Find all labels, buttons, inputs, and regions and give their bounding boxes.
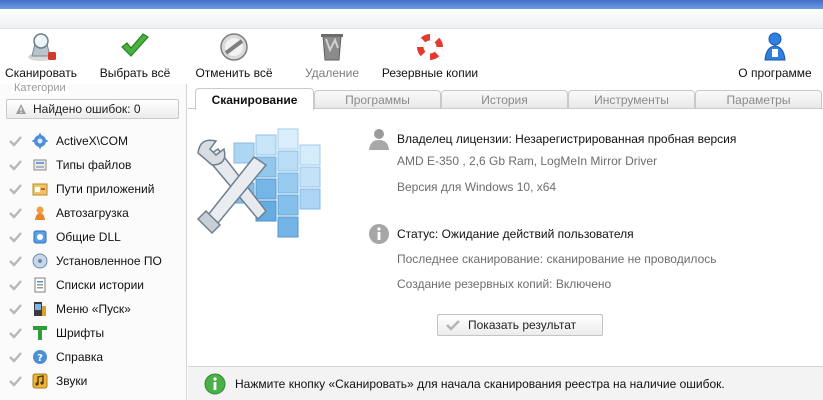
scan-tab-content: Владелец лицензии: Незарегистрированная … <box>188 109 823 365</box>
found-errors-box: Найдено ошибок: 0 <box>6 99 179 119</box>
window-title-bar <box>0 0 823 9</box>
check-icon[interactable] <box>8 134 22 148</box>
cancel-icon <box>216 30 252 64</box>
check-icon[interactable] <box>8 374 22 388</box>
category-label: Установленное ПО <box>56 254 162 268</box>
category-item-app-paths[interactable]: Пути приложений <box>0 177 187 201</box>
about-button[interactable]: О программе <box>738 30 812 84</box>
installed-software-icon <box>31 253 48 270</box>
status-text: Статус: Ожидание действий пользователя <box>397 227 634 241</box>
svg-text:?: ? <box>37 353 43 364</box>
scan-button[interactable]: Сканировать <box>5 30 77 84</box>
toolbar: Сканировать Выбрать всё Отменить всё Уда… <box>0 30 823 84</box>
deselect-all-button[interactable]: Отменить всё <box>195 30 273 84</box>
select-all-button[interactable]: Выбрать всё <box>99 30 171 84</box>
system-info-text: AMD E-350 , 2,6 Gb Ram, LogMeIn Mirror D… <box>397 154 658 168</box>
info-green-icon <box>204 373 226 394</box>
backups-button[interactable]: Резервные копии <box>381 30 479 84</box>
file-types-icon <box>31 157 48 174</box>
history-lists-icon <box>31 277 48 294</box>
scan-icon <box>23 30 59 64</box>
category-label: Пути приложений <box>56 182 155 196</box>
lifebuoy-icon <box>412 30 448 64</box>
deselect-all-label: Отменить всё <box>195 66 273 80</box>
category-label: Общие DLL <box>56 230 121 244</box>
start-menu-icon <box>31 301 48 318</box>
fonts-icon <box>31 325 48 342</box>
tab-tools[interactable]: Инструменты <box>568 90 695 109</box>
checkmark-icon <box>117 30 153 64</box>
found-errors-label: Найдено ошибок: 0 <box>33 102 141 116</box>
category-item-shared-dll[interactable]: Общие DLL <box>0 225 187 249</box>
status-row: Статус: Ожидание действий пользователя <box>368 223 634 245</box>
category-item-history-lists[interactable]: Списки истории <box>0 273 187 297</box>
check-icon[interactable] <box>8 302 22 316</box>
check-icon[interactable] <box>8 158 22 172</box>
check-icon[interactable] <box>8 230 22 244</box>
tab-settings[interactable]: Параметры <box>695 90 822 109</box>
sounds-icon <box>31 373 48 390</box>
user-icon <box>369 129 389 150</box>
tab-bar: Сканирование Программы История Инструмен… <box>188 88 823 110</box>
backups-label: Резервные копии <box>381 66 479 80</box>
categories-legend: Категории <box>12 82 68 94</box>
license-owner-text: Владелец лицензии: Незарегистрированная … <box>397 132 737 146</box>
delete-label: Удаление <box>304 66 360 80</box>
last-scan-text: Последнее сканирование: сканирование не … <box>397 252 717 266</box>
version-text: Версия для Windows 10, x64 <box>397 180 557 194</box>
select-all-label: Выбрать всё <box>99 66 171 80</box>
info-icon <box>369 224 389 244</box>
backup-state-text: Создание резервных копий: Включено <box>397 277 612 291</box>
category-item-sounds[interactable]: Звуки <box>0 369 187 393</box>
category-label: Автозагрузка <box>56 206 129 220</box>
show-results-label: Показать результат <box>468 318 577 332</box>
user-info-icon <box>757 30 793 64</box>
status-bar: Нажмите кнопку «Сканировать» для начала … <box>188 366 823 400</box>
category-item-activex[interactable]: ActiveX\COM <box>0 129 187 153</box>
category-label: Справка <box>56 350 104 364</box>
help-icon: ? <box>31 349 48 366</box>
gear-icon <box>31 133 48 150</box>
check-icon[interactable] <box>8 206 22 220</box>
trash-icon <box>314 30 350 64</box>
category-item-fonts[interactable]: Шрифты <box>0 321 187 345</box>
check-icon[interactable] <box>8 182 22 196</box>
category-item-installed-software[interactable]: Установленное ПО <box>0 249 187 273</box>
check-icon[interactable] <box>8 350 22 364</box>
check-icon[interactable] <box>8 254 22 268</box>
category-list: ActiveX\COM Типы файлов Пути приложений … <box>0 129 187 393</box>
category-item-startup[interactable]: Автозагрузка <box>0 201 187 225</box>
category-item-file-types[interactable]: Типы файлов <box>0 153 187 177</box>
tab-history[interactable]: История <box>441 90 568 109</box>
scan-label: Сканировать <box>5 66 77 80</box>
app-paths-icon <box>31 181 48 198</box>
category-label: Шрифты <box>56 326 105 340</box>
license-row: Владелец лицензии: Незарегистрированная … <box>368 127 736 151</box>
tab-scan[interactable]: Сканирование <box>195 88 314 110</box>
check-icon[interactable] <box>8 326 22 340</box>
category-item-start-menu[interactable]: Меню «Пуск» <box>0 297 187 321</box>
registry-tools-illustration <box>196 123 326 245</box>
check-icon[interactable] <box>8 278 22 292</box>
category-label: Меню «Пуск» <box>56 302 131 316</box>
tab-programs[interactable]: Программы <box>314 90 441 109</box>
startup-icon <box>31 205 48 222</box>
shared-dll-icon <box>31 229 48 246</box>
show-results-button[interactable]: Показать результат <box>437 314 603 336</box>
warning-icon <box>16 104 26 114</box>
check-icon <box>446 320 460 331</box>
category-item-help[interactable]: ? Справка <box>0 345 187 369</box>
category-label: Типы файлов <box>56 158 132 172</box>
category-label: ActiveX\COM <box>56 134 129 148</box>
category-label: Звуки <box>56 374 88 388</box>
about-label: О программе <box>738 66 812 80</box>
delete-button[interactable]: Удаление <box>303 30 361 84</box>
menu-strip <box>0 9 823 29</box>
category-label: Списки истории <box>56 278 144 292</box>
status-message: Нажмите кнопку «Сканировать» для начала … <box>235 376 725 391</box>
